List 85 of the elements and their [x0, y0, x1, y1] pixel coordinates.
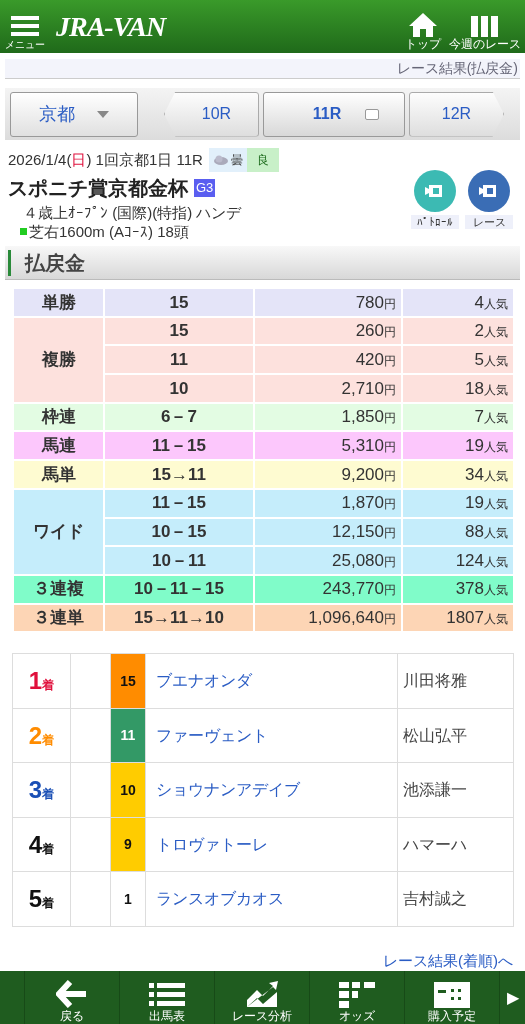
menu-icon — [11, 15, 39, 37]
horse-number: 15 — [110, 653, 146, 709]
logo: JRA-VAN — [56, 9, 166, 44]
horse-name-link[interactable]: ショウナンアデイブ — [156, 781, 300, 798]
bet-type-cell: ３連複 — [13, 574, 104, 604]
finish-place: 3着 — [12, 762, 71, 818]
turf-marker — [20, 228, 27, 235]
bottom-nav-button[interactable]: 戻る — [25, 971, 120, 1024]
payout-cell: 2,710円 — [254, 374, 402, 403]
window-icon — [365, 108, 380, 120]
dropdown-caret-icon — [97, 110, 109, 118]
popularity-cell: 19人気 — [402, 488, 514, 518]
grid-blocks-icon — [339, 982, 375, 1008]
page-title: レース結果(払戻金) — [396, 59, 518, 78]
columns-icon — [471, 14, 499, 38]
grade-badge: G3 — [194, 179, 216, 197]
bet-type-cell: 馬単 — [13, 460, 104, 489]
combination-cell: 10－11－15 — [104, 574, 254, 604]
horse-name-link[interactable]: ランスオブカオス — [156, 890, 284, 907]
top-button[interactable]: トップ — [401, 0, 445, 53]
race-title: スポニチ賞京都金杯 — [8, 176, 188, 201]
payout-cell: 25,080円 — [254, 546, 402, 575]
bottom-nav-button[interactable]: オッズ — [310, 971, 405, 1024]
going-badge: 良 — [246, 148, 279, 172]
course-info: 芝右1600m (Aｺｰｽ) 18頭 — [29, 222, 189, 241]
jockey-name: ハマーハ — [397, 817, 514, 872]
bet-type-cell: ワイド — [13, 488, 104, 575]
race-conditions: ４歳上ｵｰﾌﾟﾝ (国際)(特指) ハンデ — [23, 203, 242, 222]
horse-name-link[interactable]: ブエナオンダ — [156, 672, 252, 689]
race-date: 2026/1/4(日) 1回京都1日 11R — [8, 149, 203, 170]
video-button[interactable]: レース — [465, 170, 513, 229]
horse-number: 11 — [110, 708, 146, 763]
more-button[interactable]: ▶ — [500, 971, 525, 1024]
horse-name-link[interactable]: トロヴァトーレ — [156, 835, 268, 853]
jockey-name: 川田将雅 — [397, 653, 514, 709]
horse-number: 9 — [110, 817, 146, 872]
back-arrow-icon — [56, 980, 88, 1008]
bottom-nav-button[interactable]: 購入予定 — [405, 971, 500, 1024]
cloud-icon — [212, 155, 229, 165]
payout-cell: 1,870円 — [254, 488, 402, 518]
bottom-nav-button[interactable]: レース分析 — [215, 971, 310, 1024]
popularity-cell: 124人気 — [402, 546, 514, 575]
combination-cell: 10 — [104, 374, 254, 403]
jockey-name: 池添謙一 — [397, 762, 514, 818]
finish-place: 5着 — [12, 871, 71, 927]
video-button[interactable]: ﾊﾟﾄﾛｰﾙ — [411, 170, 459, 229]
combination-cell: 15→11→10 — [104, 603, 254, 633]
payout-cell: 9,200円 — [254, 460, 402, 489]
rising-chart-icon — [245, 980, 279, 1008]
popularity-cell: 1807人気 — [402, 603, 514, 633]
jockey-name: 松山弘平 — [397, 708, 514, 763]
payout-cell: 243,770円 — [254, 574, 402, 604]
combination-cell: 15→11 — [104, 460, 254, 489]
bet-type-cell: 単勝 — [13, 288, 104, 317]
popularity-cell: 378人気 — [402, 574, 514, 604]
weather-badge: 曇 — [208, 148, 247, 172]
menu-button[interactable]: メニュー — [0, 0, 50, 53]
section-title: 払戻金 — [25, 250, 85, 276]
results-link[interactable]: レース結果(着順)へ — [383, 952, 513, 969]
combination-cell: 11－15 — [104, 488, 254, 518]
finish-place: 4着 — [12, 817, 71, 872]
list-icon — [149, 982, 185, 1008]
ticket-icon — [434, 982, 470, 1008]
race-tab[interactable]: 11R — [263, 91, 405, 137]
popularity-cell: 18人気 — [402, 374, 514, 403]
payout-cell: 1,096,640円 — [254, 603, 402, 633]
jockey-name: 吉村誠之 — [397, 871, 514, 927]
venue-dropdown[interactable]: 京都 — [10, 91, 138, 137]
bet-type-cell: ３連単 — [13, 603, 104, 633]
this-week-button[interactable]: 今週のレース — [445, 0, 525, 53]
payout-cell: 780円 — [254, 288, 402, 317]
combination-cell: 10－11 — [104, 546, 254, 575]
finish-place: 2着 — [12, 708, 71, 763]
race-tab[interactable]: 10R — [164, 91, 259, 137]
bet-type-cell: 複勝 — [13, 316, 104, 403]
horse-number: 1 — [110, 871, 146, 927]
home-icon — [408, 12, 438, 38]
race-tab[interactable]: 12R — [409, 91, 504, 137]
bottom-nav-button[interactable]: 出馬表 — [120, 971, 215, 1024]
horse-number: 10 — [110, 762, 146, 818]
horse-name-link[interactable]: ファーヴェント — [156, 726, 268, 744]
popularity-cell: 4人気 — [402, 288, 514, 317]
combination-cell: 15 — [104, 288, 254, 317]
finish-place: 1着 — [12, 653, 71, 709]
popularity-cell: 34人気 — [402, 460, 514, 489]
